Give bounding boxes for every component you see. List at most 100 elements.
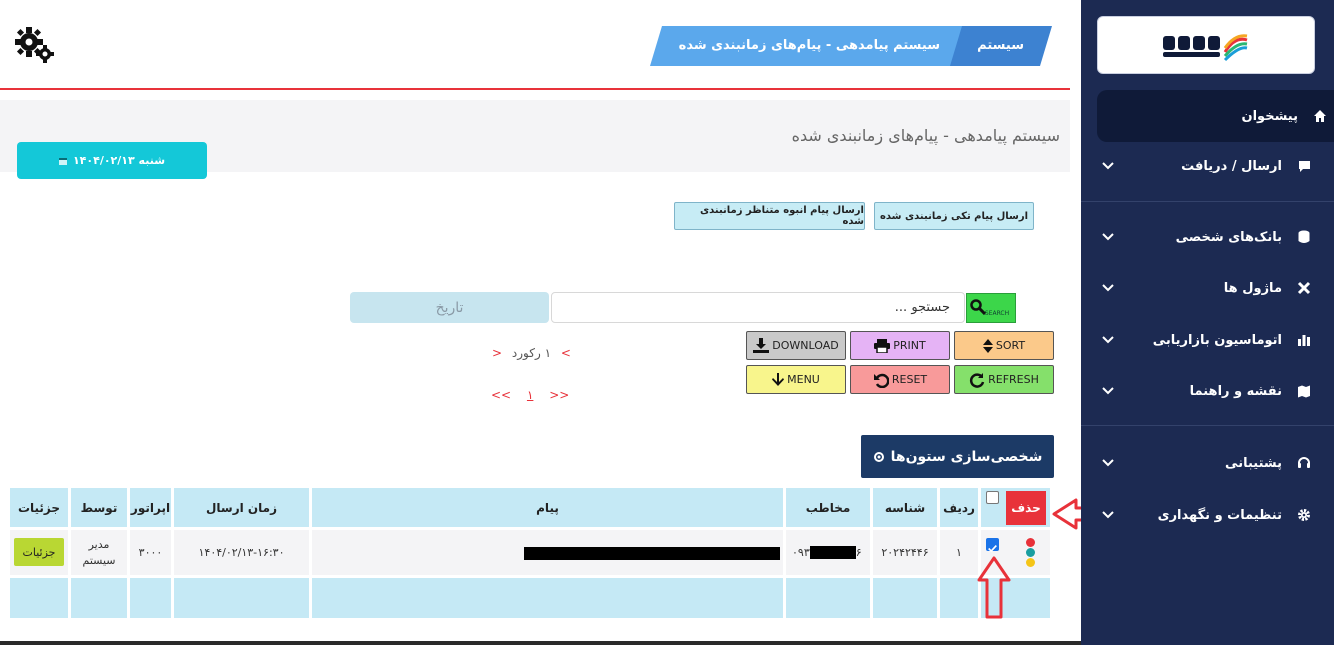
sidebar-item-label: پیشخوان xyxy=(1241,108,1299,124)
brand-logo[interactable] xyxy=(1097,16,1315,74)
footer-cell xyxy=(71,578,127,618)
footer-cell xyxy=(130,578,171,618)
cell-operator: ۳۰۰۰ xyxy=(130,530,171,575)
header-recipient[interactable]: مخاطب xyxy=(786,488,870,527)
sidebar-item-modules[interactable]: ماژول ها xyxy=(1081,270,1334,306)
search-icon xyxy=(970,299,986,315)
headset-icon xyxy=(1296,455,1312,471)
header-message[interactable]: پیام xyxy=(312,488,783,527)
customize-columns-button[interactable]: شخصی‌سازی ستون‌ها xyxy=(861,435,1054,478)
by-line1: مدیر xyxy=(88,537,110,551)
pager-record-count: ۱ رکورد xyxy=(511,346,552,360)
footer-cell xyxy=(940,578,978,618)
reset-label: RESET xyxy=(891,373,928,386)
sidebar-item-support[interactable]: پشتیبانی xyxy=(1081,445,1334,481)
download-label: DOWNLOAD xyxy=(772,339,839,352)
send-bulk-scheduled-button[interactable]: ارسال پیام انبوه متناظر زمانبندی شده xyxy=(674,202,865,230)
status-dot-red xyxy=(1026,538,1035,547)
header-by[interactable]: توسط xyxy=(71,488,127,527)
map-icon xyxy=(1296,383,1312,399)
search-button[interactable]: SEARCH xyxy=(966,293,1016,323)
date-filter-input[interactable]: تاریخ xyxy=(350,292,549,323)
recipient-prefix: ۰۹۳ xyxy=(792,546,810,559)
sidebar-item-label: پشتیبانی xyxy=(1225,455,1282,471)
sidebar-item-dashboard[interactable]: پیشخوان xyxy=(1097,90,1334,142)
pager-prev[interactable]: > xyxy=(561,346,571,360)
date-button[interactable]: شنبه ۱۴۰۴/۰۲/۱۳ xyxy=(17,142,207,179)
sidebar-item-label: اتوماسیون بازاریابی xyxy=(1152,332,1282,348)
gear-small-icon xyxy=(873,451,884,462)
download-button[interactable]: DOWNLOAD xyxy=(746,331,846,360)
bottom-bar xyxy=(0,641,1081,645)
breadcrumb: سیستم پیامدهی - پیام‌های زمانبندی شده سی… xyxy=(650,26,1052,66)
pager-records: > ۱ رکورد < xyxy=(486,346,577,360)
footer-cell xyxy=(10,578,68,618)
sidebar-item-map-guide[interactable]: نقشه و راهنما xyxy=(1081,373,1334,409)
logo-icon xyxy=(1163,34,1248,62)
message-icon xyxy=(1296,158,1312,174)
send-single-label: ارسال پیام تکی زمانبندی شده xyxy=(879,210,1029,222)
settings-gear-icon[interactable] xyxy=(14,25,56,65)
refresh-button[interactable]: REFRESH xyxy=(954,365,1054,394)
send-bulk-label: ارسال پیام انبوه متناظر زمانبندی شده xyxy=(699,205,864,227)
sidebar-item-marketing-automation[interactable]: اتوماسیون بازاریابی xyxy=(1081,322,1334,358)
header-id[interactable]: شناسه xyxy=(873,488,937,527)
pager-last[interactable]: >> xyxy=(549,388,569,402)
sort-button[interactable]: SORT xyxy=(954,331,1054,360)
cell-message xyxy=(312,530,783,575)
sort-icon xyxy=(982,338,993,353)
print-label: PRINT xyxy=(893,339,926,352)
breadcrumb-current: سیستم پیامدهی - پیام‌های زمانبندی شده xyxy=(678,38,940,53)
delete-button[interactable]: حذف xyxy=(1006,491,1046,525)
tools-icon xyxy=(1296,280,1312,296)
calendar-icon xyxy=(58,157,67,165)
pager-next[interactable]: < xyxy=(492,346,502,360)
send-single-scheduled-button[interactable]: ارسال پیام تکی زمانبندی شده xyxy=(874,202,1034,230)
header-send-time[interactable]: زمان ارسال xyxy=(174,488,309,527)
footer-cell xyxy=(312,578,783,618)
home-icon xyxy=(1312,108,1328,124)
sidebar-item-label: نقشه و راهنما xyxy=(1189,383,1282,399)
chevron-down-icon xyxy=(1102,233,1114,241)
sidebar: پیشخوان ارسال / دریافت بانک‌های شخصی ماژ… xyxy=(1081,0,1334,645)
refresh-icon xyxy=(970,372,985,388)
search-input[interactable]: جستجو ... xyxy=(551,292,965,323)
header-row[interactable]: ردیف xyxy=(940,488,978,527)
select-all-checkbox[interactable] xyxy=(986,491,999,504)
print-icon xyxy=(874,338,891,353)
arrow-down-icon xyxy=(772,372,785,386)
pager-first[interactable]: << xyxy=(491,388,511,402)
gear-icon xyxy=(1296,507,1312,523)
chevron-down-icon xyxy=(1102,387,1114,395)
sidebar-item-personal-banks[interactable]: بانک‌های شخصی xyxy=(1081,219,1334,255)
annotation-arrow-up xyxy=(977,556,1011,619)
redacted-message xyxy=(524,547,780,560)
undo-icon xyxy=(873,373,889,388)
database-icon xyxy=(1296,229,1312,245)
cell-row: ۱ xyxy=(940,530,978,575)
sort-label: SORT xyxy=(995,339,1026,352)
sidebar-divider xyxy=(1081,201,1334,202)
sidebar-item-send-receive[interactable]: ارسال / دریافت xyxy=(1081,148,1334,184)
date-filter-placeholder: تاریخ xyxy=(435,299,464,316)
pager-pages: << ۱ >> xyxy=(491,388,569,402)
header-details[interactable]: جزئیات xyxy=(10,488,68,527)
sidebar-item-settings[interactable]: تنظیمات و نگهداری xyxy=(1081,497,1334,533)
top-header: سیستم پیامدهی - پیام‌های زمانبندی شده سی… xyxy=(0,0,1070,90)
footer-cell xyxy=(174,578,309,618)
breadcrumb-root[interactable]: سیستم xyxy=(962,26,1024,66)
recipient-suffix: ۶ xyxy=(855,546,862,559)
redacted-phone xyxy=(809,546,856,559)
details-button[interactable]: جزئیات xyxy=(14,538,64,566)
customize-columns-label: شخصی‌سازی ستون‌ها xyxy=(890,448,1043,465)
pager-page-1[interactable]: ۱ xyxy=(527,388,533,402)
header-operator[interactable]: اپراتور xyxy=(130,488,171,527)
menu-button[interactable]: MENU xyxy=(746,365,846,394)
sidebar-item-label: ماژول ها xyxy=(1223,280,1282,296)
row-checkbox[interactable] xyxy=(986,538,999,553)
date-label: شنبه ۱۴۰۴/۰۲/۱۳ xyxy=(72,154,166,167)
reset-button[interactable]: RESET xyxy=(850,365,950,394)
search-button-label: SEARCH xyxy=(984,310,1010,317)
print-button[interactable]: PRINT xyxy=(850,331,950,360)
refresh-label: REFRESH xyxy=(988,373,1039,386)
